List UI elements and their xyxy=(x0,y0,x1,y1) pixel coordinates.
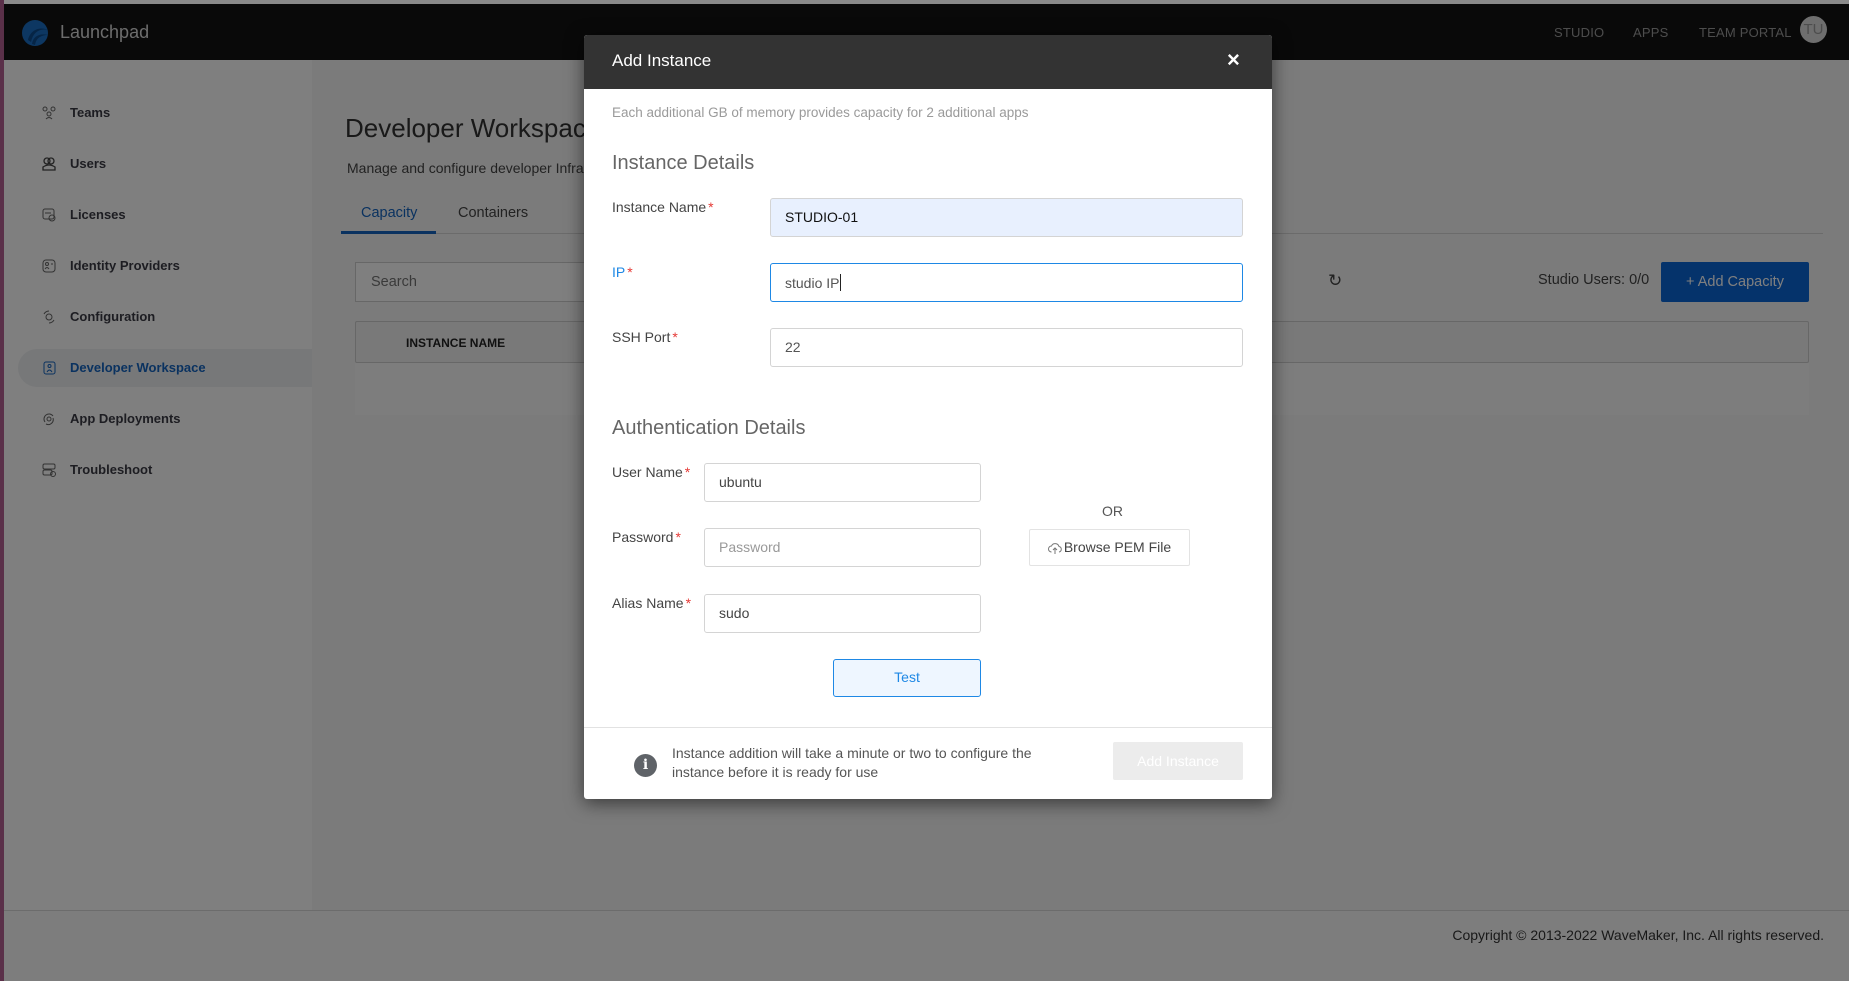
or-separator: OR xyxy=(1102,503,1123,519)
alias-name-label: Alias Name * xyxy=(612,595,691,611)
ip-label: IP * xyxy=(612,264,633,280)
label-text: SSH Port xyxy=(612,329,671,345)
info-icon: i xyxy=(634,754,657,777)
add-instance-button[interactable]: Add Instance xyxy=(1113,742,1243,780)
alias-name-input[interactable]: sudo xyxy=(704,594,981,633)
test-connection-button[interactable]: Test xyxy=(833,659,981,697)
configuration-time-note: Instance addition will take a minute or … xyxy=(672,745,1032,780)
cloud-upload-icon xyxy=(1047,543,1062,554)
instance-name-label: Instance Name * xyxy=(612,199,714,215)
ssh-port-label: SSH Port * xyxy=(612,329,678,345)
password-input[interactable]: Password xyxy=(704,528,981,567)
ip-input[interactable]: studio IP xyxy=(770,263,1243,302)
required-asterisk: * xyxy=(684,464,691,480)
dialog-title: Add Instance xyxy=(612,51,712,70)
password-label: Password * xyxy=(612,529,681,545)
browse-pem-file-label: Browse PEM File xyxy=(1063,539,1172,555)
user-name-label: User Name * xyxy=(612,464,690,480)
memory-capacity-note: Each additional GB of memory provides ca… xyxy=(612,105,1029,120)
user-name-input[interactable]: ubuntu xyxy=(704,463,981,502)
ssh-port-input[interactable]: 22 xyxy=(770,328,1243,367)
required-asterisk: * xyxy=(675,529,681,545)
label-text: User Name xyxy=(612,464,683,480)
instance-details-heading: Instance Details xyxy=(612,152,755,174)
label-text: Alias Name xyxy=(612,595,684,611)
text-cursor xyxy=(840,274,842,291)
label-text: Password xyxy=(612,529,674,545)
ip-input-value: studio IP xyxy=(785,275,840,291)
dialog-header: Add Instance × xyxy=(584,35,1272,89)
required-asterisk: * xyxy=(708,199,714,215)
authentication-details-heading: Authentication Details xyxy=(612,417,806,439)
close-icon[interactable]: × xyxy=(1227,49,1240,71)
dialog-footer: i Instance addition will take a minute o… xyxy=(584,727,1272,799)
required-asterisk: * xyxy=(627,264,633,280)
label-text: IP xyxy=(612,264,626,280)
required-asterisk: * xyxy=(672,329,678,345)
instance-name-input[interactable]: STUDIO-01 xyxy=(770,198,1243,237)
required-asterisk: * xyxy=(685,595,692,611)
add-instance-dialog: Add Instance × Each additional GB of mem… xyxy=(584,35,1272,799)
label-text: Instance Name xyxy=(612,199,707,215)
browse-pem-file-button[interactable]: Browse PEM File xyxy=(1029,529,1190,566)
